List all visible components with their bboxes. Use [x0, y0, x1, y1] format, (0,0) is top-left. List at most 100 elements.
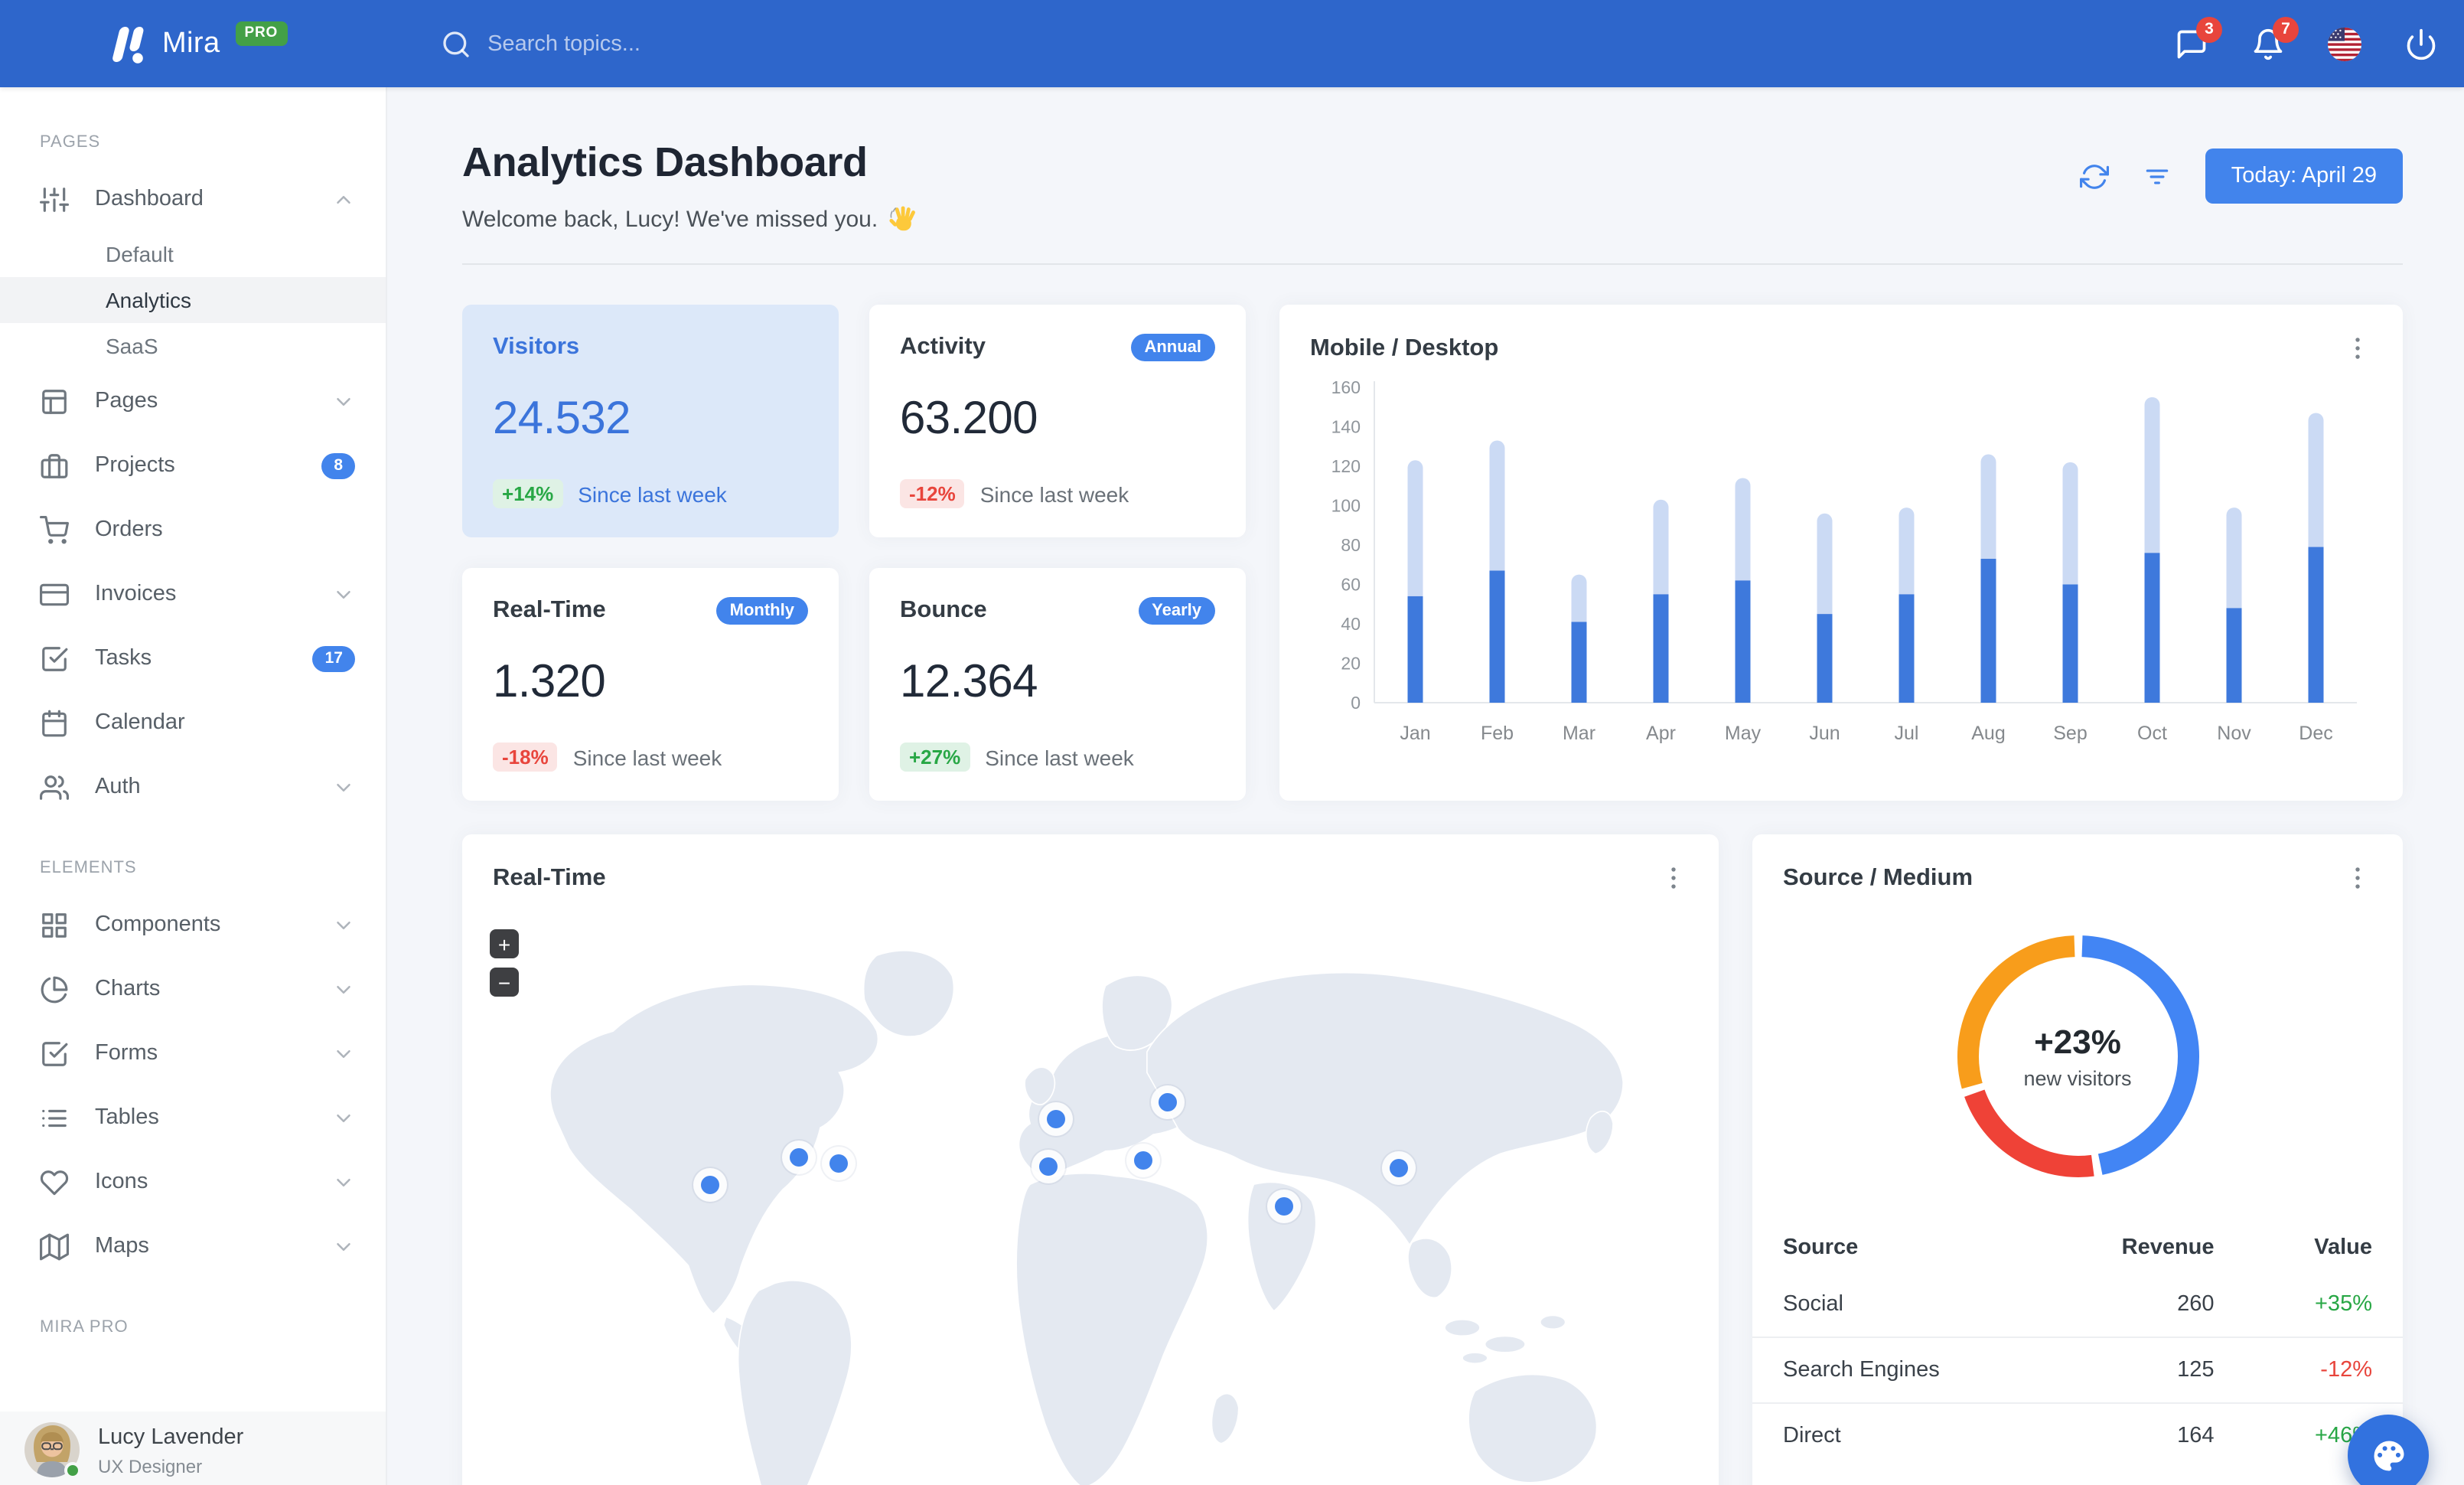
sidebar-item-components[interactable]: Components: [0, 893, 386, 957]
messages-button[interactable]: 3: [2173, 16, 2222, 62]
source-medium-card: Source / Medium +23% new visitors Source…: [1752, 834, 2403, 1485]
filter-button[interactable]: [2143, 162, 2172, 191]
period-pill[interactable]: Yearly: [1138, 597, 1215, 625]
chevron-down-icon: [332, 1235, 355, 1258]
sidebar-subitem-saas[interactable]: SaaS: [0, 323, 386, 369]
map-marker: [1046, 1110, 1064, 1129]
avatar: [24, 1422, 81, 1479]
sidebar-item-maps[interactable]: Maps: [0, 1214, 386, 1278]
zoom-in-button[interactable]: +: [490, 929, 519, 958]
svg-text:100: 100: [1331, 496, 1361, 516]
more-options-button[interactable]: [1659, 863, 1688, 893]
page-header: Analytics Dashboard Welcome back, Lucy! …: [462, 139, 2403, 233]
search-icon: [440, 28, 471, 59]
sidebar-user[interactable]: Lucy Lavender UX Designer: [0, 1412, 386, 1485]
navbar-search: [440, 28, 917, 59]
more-options-button[interactable]: [2343, 863, 2372, 893]
check-square-icon: [40, 644, 69, 673]
today-date-button[interactable]: Today: April 29: [2205, 148, 2403, 204]
sidebar-item-calendar[interactable]: Calendar: [0, 690, 386, 755]
svg-text:Dec: Dec: [2299, 723, 2332, 744]
sidebar-subitem-default[interactable]: Default: [0, 231, 386, 277]
world-map[interactable]: [462, 914, 1719, 1485]
svg-text:May: May: [1725, 723, 1762, 744]
svg-text:0: 0: [1351, 693, 1361, 713]
more-options-button[interactable]: [2343, 334, 2372, 363]
sidebar-item-tables[interactable]: Tables: [0, 1085, 386, 1150]
change-chip: -12%: [900, 479, 965, 508]
layout-icon: [40, 387, 69, 416]
language-flag-button[interactable]: [2326, 25, 2363, 62]
sidebar-item-invoices[interactable]: Invoices: [0, 562, 386, 626]
sidebar-item-label: Pages: [95, 389, 158, 413]
change-chip: +14%: [493, 479, 563, 508]
svg-text:Oct: Oct: [2137, 723, 2167, 744]
sidebar-item-orders[interactable]: Orders: [0, 498, 386, 562]
sidebar-item-label: Invoices: [95, 582, 177, 606]
stat-value: 63.200: [900, 393, 1038, 444]
svg-text:Apr: Apr: [1646, 723, 1676, 744]
period-pill[interactable]: Annual: [1130, 334, 1215, 361]
power-icon: [2404, 27, 2438, 60]
realtime-map-card: Real-Time + −: [462, 834, 1719, 1485]
zoom-out-button[interactable]: −: [490, 968, 519, 997]
us-flag-icon: [2328, 27, 2361, 60]
map-marker: [1389, 1158, 1408, 1177]
sidebar-item-projects[interactable]: Projects 8: [0, 433, 386, 498]
sidebar-item-pages[interactable]: Pages: [0, 369, 386, 433]
sidebar-item-label: Projects: [95, 453, 175, 478]
column-header-source: Source: [1783, 1235, 1859, 1260]
sidebar-section-header: ELEMENTS: [40, 859, 137, 877]
sidebar-item-label: Dashboard: [95, 187, 204, 211]
sidebar-item-forms[interactable]: Forms: [0, 1021, 386, 1085]
map-marker: [790, 1148, 809, 1167]
sidebar-item-label: Calendar: [95, 710, 185, 735]
sidebar-item-label: Maps: [95, 1234, 149, 1258]
logout-button[interactable]: [2403, 25, 2440, 62]
card-title: Source / Medium: [1783, 864, 1973, 890]
stat-caption: Since last week: [578, 481, 727, 506]
pro-badge: PRO: [235, 21, 288, 45]
source-table: Source Revenue Value Social 260 +35% Search…: [1752, 1223, 2403, 1468]
sidebar-item-auth[interactable]: Auth: [0, 755, 386, 819]
page-title: Analytics Dashboard: [462, 139, 868, 185]
mobile-desktop-chart-card: Mobile / Desktop 0 20 40 60 80 100 120 140 160 Ja…: [1279, 305, 2403, 801]
notifications-button[interactable]: 7: [2250, 16, 2299, 62]
calendar-icon: [40, 708, 69, 737]
card-title: Mobile / Desktop: [1310, 335, 1499, 361]
sidebar-item-label: Tables: [95, 1105, 159, 1130]
stat-value: 24.532: [493, 393, 631, 444]
top-navbar: Mira PRO 3 7: [0, 0, 2464, 87]
stat-title: Visitors: [493, 334, 580, 360]
chevron-down-icon: [332, 1106, 355, 1129]
cell-source: Social: [1783, 1292, 1843, 1317]
mira-logo-icon: [112, 26, 144, 63]
messages-count-badge: 3: [2196, 16, 2222, 42]
svg-text:Mar: Mar: [1563, 723, 1595, 744]
map-marker: [1274, 1196, 1293, 1216]
refresh-button[interactable]: [2079, 162, 2109, 191]
period-pill[interactable]: Monthly: [715, 597, 808, 625]
stat-caption: Since last week: [572, 745, 722, 769]
stat-title: Activity: [900, 334, 986, 360]
header-actions: Today: April 29: [2079, 148, 2403, 204]
shopping-cart-icon: [40, 515, 69, 544]
sidebar-subitem-analytics[interactable]: Analytics: [0, 277, 386, 323]
user-role: UX Designer: [98, 1456, 203, 1477]
sidebar-item-dashboard[interactable]: Dashboard: [0, 167, 386, 231]
card-title: Real-Time: [493, 864, 606, 890]
palette-icon: [2373, 1440, 2404, 1470]
chevron-down-icon: [332, 913, 355, 936]
stat-caption: Since last week: [979, 481, 1129, 506]
brand-logo[interactable]: Mira PRO: [107, 21, 288, 64]
search-input[interactable]: [487, 31, 917, 56]
sidebar-item-icons[interactable]: Icons: [0, 1150, 386, 1214]
chevron-down-icon: [332, 775, 355, 798]
svg-text:20: 20: [1341, 654, 1361, 674]
sidebar-item-tasks[interactable]: Tasks 17: [0, 626, 386, 690]
donut-chart: +23% new visitors: [1947, 926, 2208, 1186]
sidebar-item-charts[interactable]: Charts: [0, 957, 386, 1021]
svg-text:60: 60: [1341, 575, 1361, 595]
header-divider: [462, 263, 2403, 265]
chevron-down-icon: [332, 1042, 355, 1065]
